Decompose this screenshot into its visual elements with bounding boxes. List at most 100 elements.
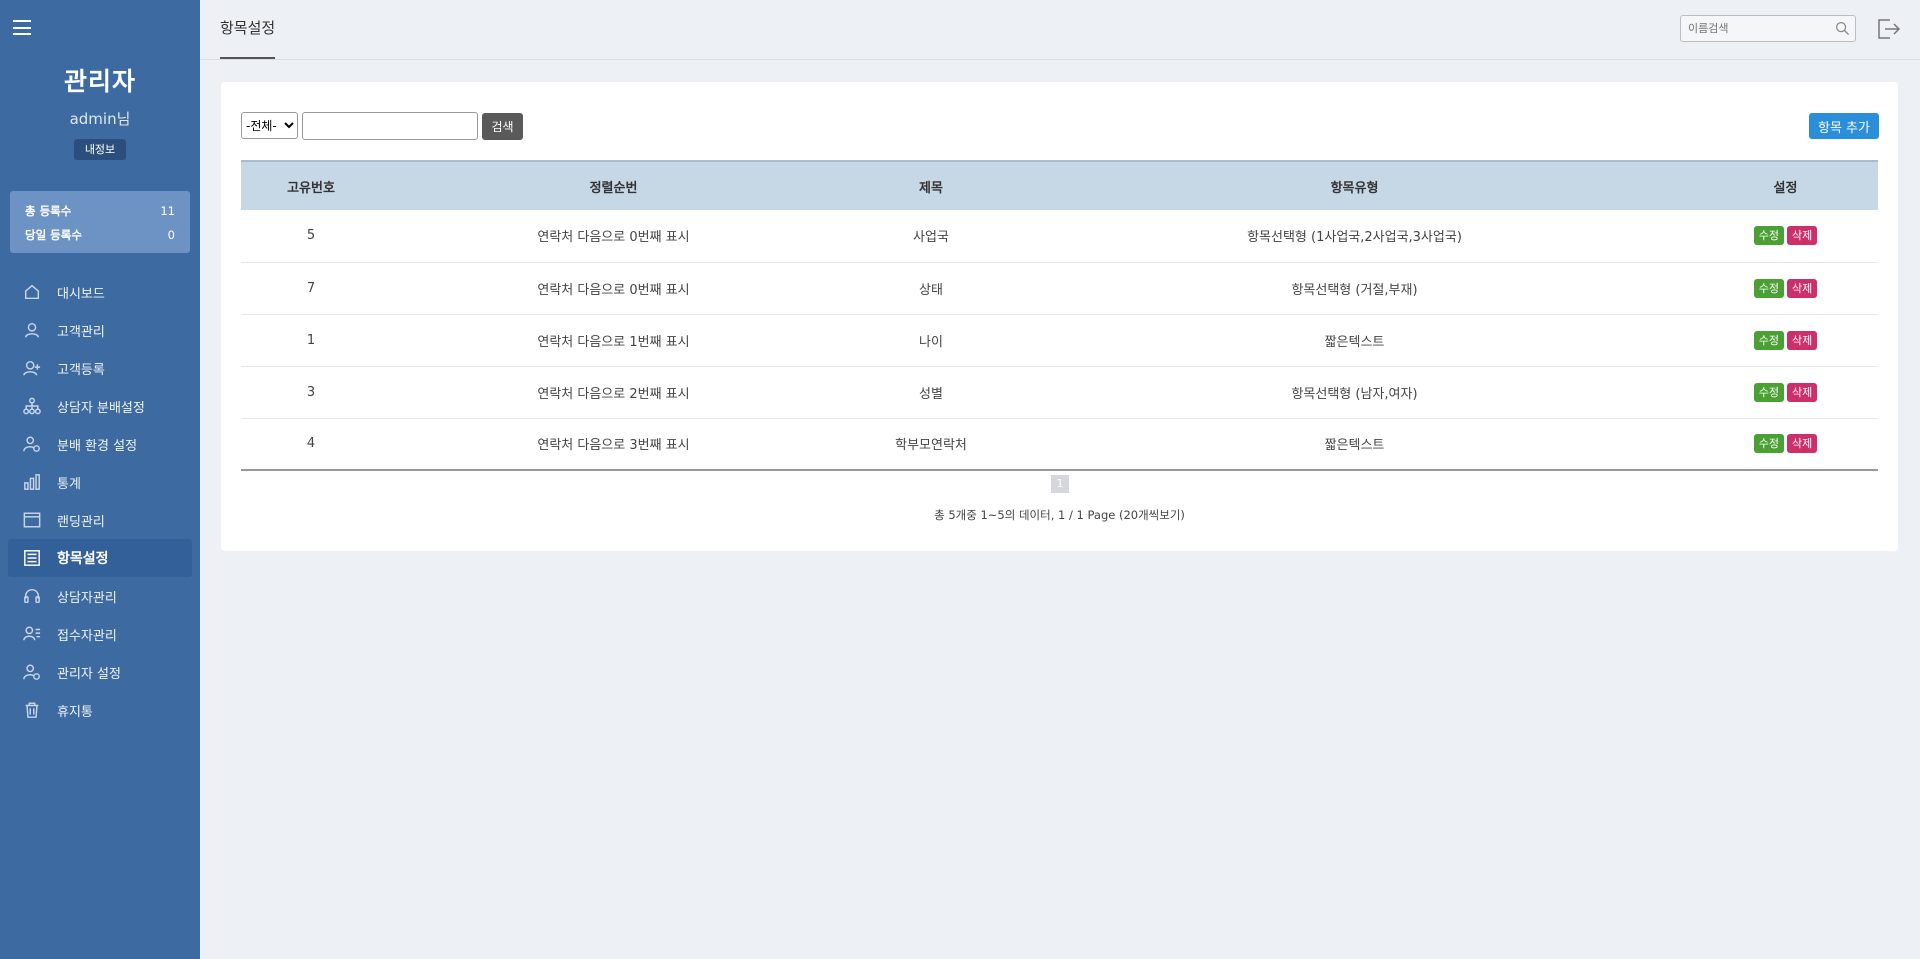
sidebar-brand: 관리자 xyxy=(63,67,136,96)
cell-id: 1 xyxy=(306,332,316,348)
cell-order: 연락처 다음으로 1번째 표시 xyxy=(537,334,690,350)
stat-today-value: 0 xyxy=(167,228,175,242)
sidebar-item-label: 분배 환경 설정 xyxy=(57,438,138,454)
cell-order: 연락처 다음으로 0번째 표시 xyxy=(537,282,690,298)
cell-settings: 수정 삭제 xyxy=(1693,262,1878,314)
sidebar-item-label: 통계 xyxy=(57,476,81,492)
cell-order: 연락처 다음으로 2번째 표시 xyxy=(537,386,690,402)
sidebar-item-admin-settings[interactable]: 관리자 설정 xyxy=(0,653,200,691)
sidebar-item-label: 상담자 분배설정 xyxy=(57,400,145,416)
pagination-info: 총 5개중 1~5의 데이터, 1 / 1 Page (20개씩보기) xyxy=(934,508,1185,522)
edit-button[interactable]: 수정 xyxy=(1753,330,1784,350)
cell-settings: 수정 삭제 xyxy=(1693,210,1878,262)
delete-button[interactable]: 삭제 xyxy=(1787,226,1818,246)
menu-toggle-icon[interactable] xyxy=(13,20,31,35)
user-gear-icon xyxy=(22,662,42,682)
cell-title: 학부모연락처 xyxy=(895,438,967,454)
search-button[interactable]: 검색 xyxy=(482,113,523,140)
stat-total: 총 등록수 11 xyxy=(25,199,175,223)
cell-type: 항목선택형 (남자,여자) xyxy=(1291,386,1418,402)
col-title: 제목 xyxy=(919,180,943,196)
keyword-input[interactable] xyxy=(302,112,478,140)
user-gear-icon xyxy=(22,434,42,454)
sidebar-item-receivers[interactable]: 접수자관리 xyxy=(0,615,200,653)
stat-today: 당일 등록수 0 xyxy=(25,223,175,247)
sidebar-item-label: 상담자관리 xyxy=(57,590,117,606)
cell-title: 나이 xyxy=(919,334,943,350)
cell-settings: 수정 삭제 xyxy=(1693,366,1878,418)
top-header: 항목설정 xyxy=(200,0,1920,60)
add-field-button[interactable]: 항목 추가 xyxy=(1809,113,1879,139)
sidebar-item-statistics[interactable]: 통계 xyxy=(0,463,200,501)
cell-title: 사업국 xyxy=(913,230,949,246)
sidebar-item-label: 관리자 설정 xyxy=(57,666,121,682)
sidebar-item-distribution-settings[interactable]: 분배 환경 설정 xyxy=(0,425,200,463)
cell-type: 항목선택형 (거절,부재) xyxy=(1291,282,1418,298)
my-info-button[interactable]: 내정보 xyxy=(74,139,126,160)
col-id: 고유번호 xyxy=(287,180,335,196)
stat-today-label: 당일 등록수 xyxy=(25,228,82,242)
col-type: 항목유형 xyxy=(1330,180,1379,196)
search-icon[interactable] xyxy=(1835,21,1850,36)
sidebar-item-dashboard[interactable]: 대시보드 xyxy=(0,273,200,311)
sidebar-item-label: 고객등록 xyxy=(57,362,105,378)
user-add-icon xyxy=(22,358,42,378)
sidebar-item-label: 휴지통 xyxy=(57,704,93,720)
sidebar: 관리자 admin님 내정보 총 등록수 11 당일 등록수 0 대시보드 고객… xyxy=(0,0,200,959)
table-row: 1 연락처 다음으로 1번째 표시 나이 짧은텍스트 수정 삭제 xyxy=(241,314,1878,366)
cell-title: 상태 xyxy=(919,282,943,298)
cell-type: 항목선택형 (1사업국,2사업국,3사업국) xyxy=(1247,230,1462,246)
table-row: 4 연락처 다음으로 3번째 표시 학부모연락처 짧은텍스트 수정 삭제 xyxy=(241,418,1878,470)
delete-button[interactable]: 삭제 xyxy=(1787,278,1818,298)
cell-id: 5 xyxy=(306,228,316,244)
edit-button[interactable]: 수정 xyxy=(1753,434,1784,454)
table-row: 7 연락처 다음으로 0번째 표시 상태 항목선택형 (거절,부재) 수정 삭제 xyxy=(241,262,1878,314)
delete-button[interactable]: 삭제 xyxy=(1787,330,1818,350)
edit-button[interactable]: 수정 xyxy=(1753,226,1784,246)
col-order: 정렬순번 xyxy=(589,180,638,196)
field-table: 고유번호 정렬순번 제목 항목유형 설정 5 연락처 다음으로 0번째 표시 사… xyxy=(241,160,1878,471)
table-header-row: 고유번호 정렬순번 제목 항목유형 설정 xyxy=(241,161,1878,210)
cell-settings: 수정 삭제 xyxy=(1693,418,1878,470)
trash-icon xyxy=(22,700,42,720)
stat-total-value: 11 xyxy=(160,204,175,218)
delete-button[interactable]: 삭제 xyxy=(1787,382,1818,402)
sidebar-item-label: 항목설정 xyxy=(57,551,109,567)
main-card: -전체- 검색 항목 추가 고유번호 정렬순번 제목 항목유형 설정 5 연락처… xyxy=(221,82,1898,551)
cell-id: 3 xyxy=(306,384,316,400)
page-title: 항목설정 xyxy=(220,0,276,59)
cell-id: 7 xyxy=(306,280,316,296)
cell-type: 짧은텍스트 xyxy=(1324,438,1385,454)
user-list-icon xyxy=(22,624,42,644)
edit-button[interactable]: 수정 xyxy=(1753,382,1784,402)
sidebar-item-counselors[interactable]: 상담자관리 xyxy=(0,577,200,615)
sidebar-item-label: 고객관리 xyxy=(57,324,105,340)
cell-settings: 수정 삭제 xyxy=(1693,314,1878,366)
sidebar-item-field-settings[interactable]: 항목설정 xyxy=(8,539,192,577)
sidebar-menu: 대시보드 고객관리 고객등록 상담자 분배설정 분배 환경 설정 통계 랜딩관리 xyxy=(0,273,200,729)
sidebar-item-label: 랜딩관리 xyxy=(57,514,105,530)
cell-order: 연락처 다음으로 0번째 표시 xyxy=(537,230,690,246)
stat-total-label: 총 등록수 xyxy=(25,204,72,218)
delete-button[interactable]: 삭제 xyxy=(1787,434,1818,454)
sidebar-item-landing[interactable]: 랜딩관리 xyxy=(0,501,200,539)
page-1-button[interactable]: 1 xyxy=(1051,475,1069,493)
edit-button[interactable]: 수정 xyxy=(1753,278,1784,298)
name-search-box xyxy=(1680,15,1856,42)
registration-stats: 총 등록수 11 당일 등록수 0 xyxy=(10,191,190,253)
logout-icon[interactable] xyxy=(1876,16,1902,42)
table-row: 3 연락처 다음으로 2번째 표시 성별 항목선택형 (남자,여자) 수정 삭제 xyxy=(241,366,1878,418)
table-row: 5 연락처 다음으로 0번째 표시 사업국 항목선택형 (1사업국,2사업국,3… xyxy=(241,210,1878,262)
sidebar-item-customers[interactable]: 고객관리 xyxy=(0,311,200,349)
sidebar-item-customer-register[interactable]: 고객등록 xyxy=(0,349,200,387)
name-search-input[interactable] xyxy=(1681,16,1826,41)
cell-order: 연락처 다음으로 3번째 표시 xyxy=(537,438,690,454)
bar-chart-icon xyxy=(22,472,42,492)
category-filter-select[interactable]: -전체- xyxy=(241,112,298,139)
user-icon xyxy=(22,320,42,340)
sidebar-item-trash[interactable]: 휴지통 xyxy=(0,691,200,729)
col-settings: 설정 xyxy=(1773,180,1798,196)
cell-id: 4 xyxy=(306,436,316,452)
sidebar-item-counselor-distribution[interactable]: 상담자 분배설정 xyxy=(0,387,200,425)
home-icon xyxy=(22,282,42,302)
